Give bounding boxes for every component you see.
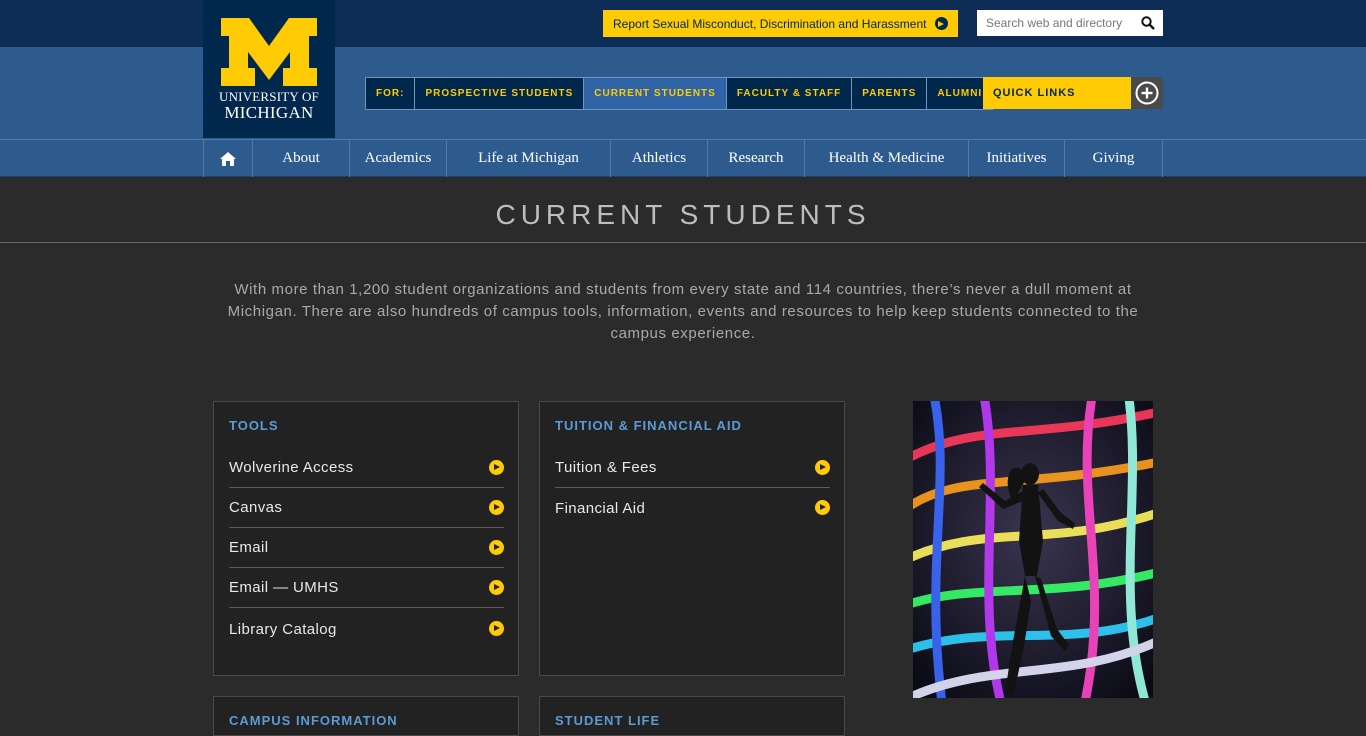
nav-giving[interactable]: Giving (1065, 140, 1163, 177)
arrow-circle-right-icon (489, 540, 504, 555)
arrow-circle-right-icon (489, 460, 504, 475)
arrow-circle-right-icon (815, 500, 830, 515)
page-title-bar: CURRENT STUDENTS (0, 177, 1366, 243)
dancer-light-trails-image (913, 401, 1153, 698)
page-title: CURRENT STUDENTS (495, 199, 871, 230)
list-item-email[interactable]: Email (229, 528, 504, 568)
search-icon[interactable] (1141, 16, 1155, 30)
list-item-label: Tuition & Fees (555, 459, 657, 476)
university-logo[interactable]: UNIVERSITY OF MICHIGAN (203, 0, 335, 138)
campus-card-title: CAMPUS INFORMATION (229, 713, 398, 728)
report-misconduct-button[interactable]: Report Sexual Misconduct, Discrimination… (603, 10, 958, 37)
list-item-label: Email (229, 539, 269, 556)
tools-card: TOOLS Wolverine Access Canvas Email Emai… (213, 401, 519, 676)
arrow-circle-right-icon (489, 621, 504, 636)
main-nav: About Academics Life at Michigan Athleti… (0, 139, 1366, 177)
nav-home[interactable] (204, 140, 253, 177)
featured-photo-caption-clip (913, 720, 1153, 728)
nav-about[interactable]: About (253, 140, 350, 177)
nav-academics[interactable]: Academics (350, 140, 447, 177)
audience-prospective-students[interactable]: PROSPECTIVE STUDENTS (415, 78, 585, 109)
block-m-logo-icon (221, 18, 317, 86)
list-item-label: Canvas (229, 499, 283, 516)
home-icon (220, 151, 236, 166)
tuition-card-title: TUITION & FINANCIAL AID (555, 418, 742, 433)
logo-text-line2: MICHIGAN (224, 103, 314, 122)
search-box (977, 10, 1163, 36)
list-item-label: Email — UMHS (229, 579, 339, 596)
plus-circle-icon (1135, 81, 1159, 105)
quick-links-label[interactable]: QUICK LINKS (983, 77, 1131, 109)
list-item-label: Wolverine Access (229, 459, 354, 476)
list-item-email-umhs[interactable]: Email — UMHS (229, 568, 504, 608)
audience-nav: FOR: PROSPECTIVE STUDENTS CURRENT STUDEN… (365, 77, 994, 110)
nav-research[interactable]: Research (708, 140, 805, 177)
arrow-circle-right-icon (489, 500, 504, 515)
search-input[interactable] (977, 10, 1137, 36)
quick-links[interactable]: QUICK LINKS (983, 77, 1163, 109)
arrow-circle-right-icon (935, 17, 948, 30)
tuition-financial-aid-card: TUITION & FINANCIAL AID Tuition & Fees F… (539, 401, 845, 676)
report-misconduct-label: Report Sexual Misconduct, Discrimination… (613, 16, 927, 31)
list-item-label: Financial Aid (555, 499, 646, 517)
logo-text-line1: UNIVERSITY OF (219, 89, 319, 104)
list-item-canvas[interactable]: Canvas (229, 488, 504, 528)
list-item-library-catalog[interactable]: Library Catalog (229, 609, 504, 649)
featured-photo[interactable] (913, 401, 1153, 698)
arrow-circle-right-icon (815, 460, 830, 475)
campus-information-card: CAMPUS INFORMATION (213, 696, 519, 736)
page-intro: With more than 1,200 student organizatio… (227, 281, 1139, 342)
tools-card-title: TOOLS (229, 418, 279, 433)
student-life-card: STUDENT LIFE (539, 696, 845, 736)
nav-life-at-michigan[interactable]: Life at Michigan (447, 140, 611, 177)
quick-links-toggle[interactable] (1131, 77, 1163, 109)
audience-faculty-staff[interactable]: FACULTY & STAFF (727, 78, 853, 109)
list-item-wolverine-access[interactable]: Wolverine Access (229, 448, 504, 488)
audience-current-students[interactable]: CURRENT STUDENTS (584, 78, 727, 109)
list-item-financial-aid[interactable]: Financial Aid (555, 488, 830, 528)
list-item-label: Library Catalog (229, 620, 337, 638)
nav-health-medicine[interactable]: Health & Medicine (805, 140, 969, 177)
nav-athletics[interactable]: Athletics (611, 140, 708, 177)
audience-parents[interactable]: PARENTS (852, 78, 928, 109)
list-item-tuition-fees[interactable]: Tuition & Fees (555, 448, 830, 488)
audience-for-label: FOR: (366, 78, 416, 109)
nav-initiatives[interactable]: Initiatives (969, 140, 1065, 177)
arrow-circle-right-icon (489, 580, 504, 595)
student-life-card-title: STUDENT LIFE (555, 713, 661, 728)
